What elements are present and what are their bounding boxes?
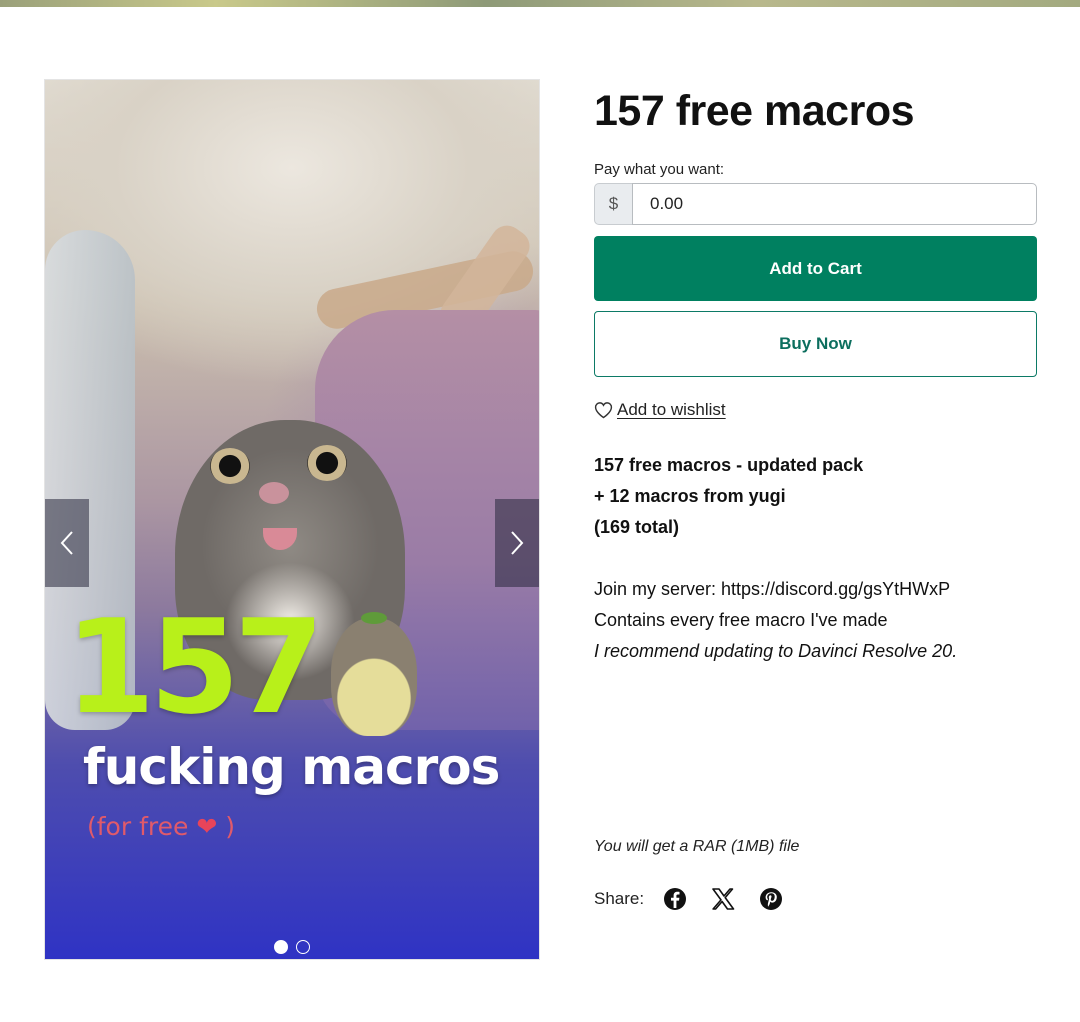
gallery-cat-eye-right xyxy=(307,445,347,481)
add-to-cart-button[interactable]: Add to Cart xyxy=(594,236,1037,301)
price-field-group: $ 0.00 xyxy=(594,183,1037,225)
facebook-share-button[interactable] xyxy=(662,886,688,912)
gallery-cat-eye-left xyxy=(210,448,250,484)
pay-what-you-want-label: Pay what you want: xyxy=(594,161,725,178)
chevron-left-icon xyxy=(60,531,73,555)
gallery-cat-nose xyxy=(259,482,289,504)
facebook-icon xyxy=(664,888,687,910)
product-details: 157 free macros Pay what you want: $ 0.0… xyxy=(594,86,1037,910)
gallery-overlay-number: 157 xyxy=(65,591,324,743)
description-line: I recommend updating to Davinci Resolve … xyxy=(594,641,958,661)
pinterest-share-button[interactable] xyxy=(758,886,784,912)
price-input[interactable]: 0.00 xyxy=(632,183,1037,225)
gallery-overlay-subtitle-close: ) xyxy=(225,812,235,841)
product-title: 157 free macros xyxy=(594,87,915,135)
description-line: (169 total) xyxy=(594,517,680,537)
currency-prefix: $ xyxy=(594,183,632,225)
top-banner-strip xyxy=(0,0,1080,7)
gallery-overlay-subtitle: (for free ❤ ) xyxy=(87,814,235,839)
gallery-totoro-sticker xyxy=(331,612,417,736)
share-label: Share: xyxy=(594,889,645,908)
description-line: Join my server: https://discord.gg/gsYtH… xyxy=(594,579,951,599)
buy-now-button[interactable]: Buy Now xyxy=(594,311,1037,377)
description-line: 157 free macros - updated pack xyxy=(594,455,864,475)
pinterest-icon xyxy=(760,888,783,910)
gallery-overlay-subtitle-text: (for free xyxy=(87,812,189,841)
product-image-gallery: 157 fucking macros (for free ❤ ) xyxy=(44,79,540,960)
share-row: Share: xyxy=(594,886,806,912)
gallery-prev-button[interactable] xyxy=(45,499,89,587)
description-line: + 12 macros from yugi xyxy=(594,486,786,506)
chevron-right-icon xyxy=(511,531,524,555)
gallery-next-button[interactable] xyxy=(495,499,539,587)
gallery-pagination xyxy=(274,940,310,954)
gallery-overlay-title: fucking macros xyxy=(83,738,500,796)
file-info-note: You will get a RAR (1MB) file xyxy=(594,838,800,855)
heart-outline-icon xyxy=(594,402,613,419)
wishlist-label: Add to wishlist xyxy=(617,400,726,419)
heart-glyph: ❤ xyxy=(196,812,218,841)
description-line: Contains every free macro I've made xyxy=(594,610,888,630)
gallery-dot-2[interactable] xyxy=(296,940,310,954)
product-description: 157 free macros - updated pack + 12 macr… xyxy=(594,450,1037,667)
x-icon xyxy=(712,888,735,910)
gallery-dot-1[interactable] xyxy=(274,940,288,954)
x-share-button[interactable] xyxy=(710,886,736,912)
add-to-wishlist-link[interactable]: Add to wishlist xyxy=(594,400,726,420)
